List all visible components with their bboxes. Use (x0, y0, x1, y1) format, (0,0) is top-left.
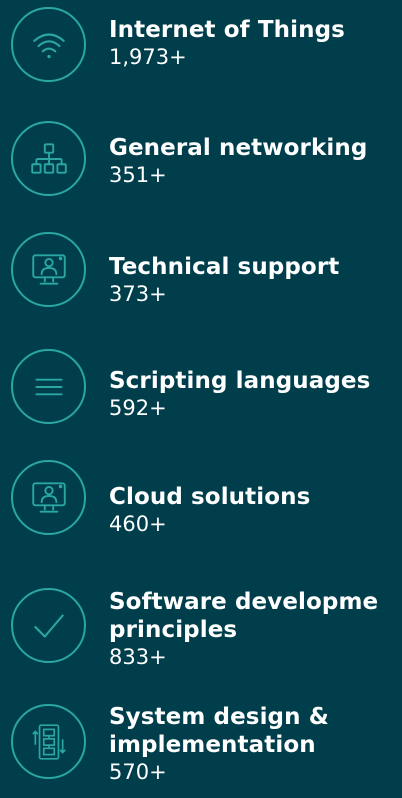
support-icon (31, 253, 66, 285)
item-title-line2: principles (109, 617, 238, 643)
wifi-icon (32, 32, 65, 58)
item-title: Internet of Things (109, 17, 345, 43)
support-icon-circle (11, 232, 86, 307)
item-title: Scripting languages (109, 368, 371, 394)
item-count: 592+ (109, 396, 167, 420)
item-count: 570+ (109, 760, 167, 784)
list-item-internet-of-things[interactable]: Internet of Things 1,973+ (0, 0, 402, 110)
item-title-line1: System design & (109, 704, 329, 730)
network-icon (30, 142, 67, 174)
list-item-general-networking[interactable]: General networking 351+ (0, 114, 402, 224)
cloud-support-icon (31, 481, 66, 513)
item-count: 373+ (109, 282, 167, 306)
item-count: 460+ (109, 512, 167, 536)
item-count: 833+ (109, 645, 167, 669)
item-title: General networking (109, 135, 368, 161)
item-title: Cloud solutions (109, 484, 311, 510)
item-title-line2: implementation (109, 732, 316, 758)
cloud-support-icon-circle (11, 460, 86, 535)
menu-icon-circle (11, 349, 86, 424)
list-item-technical-support[interactable]: Technical support 373+ (0, 228, 402, 338)
check-icon-circle (11, 588, 86, 663)
item-count: 1,973+ (109, 45, 187, 69)
network-icon-circle (11, 121, 86, 196)
list-item-scripting-languages[interactable]: Scripting languages 592+ (0, 342, 402, 452)
wifi-icon-circle (11, 7, 86, 82)
item-title-line1: Software developme (109, 589, 379, 615)
system-design-icon-circle (11, 704, 86, 779)
item-count: 351+ (109, 163, 167, 187)
system-design-icon (31, 723, 66, 760)
item-title: Technical support (109, 254, 340, 280)
list-item-software-development[interactable]: Software developme principles 833+ (0, 570, 402, 680)
list-item-cloud-solutions[interactable]: Cloud solutions 460+ (0, 456, 402, 566)
menu-icon (34, 378, 63, 395)
list-item-system-design[interactable]: System design & implementation 570+ (0, 684, 402, 794)
check-icon (33, 613, 64, 638)
